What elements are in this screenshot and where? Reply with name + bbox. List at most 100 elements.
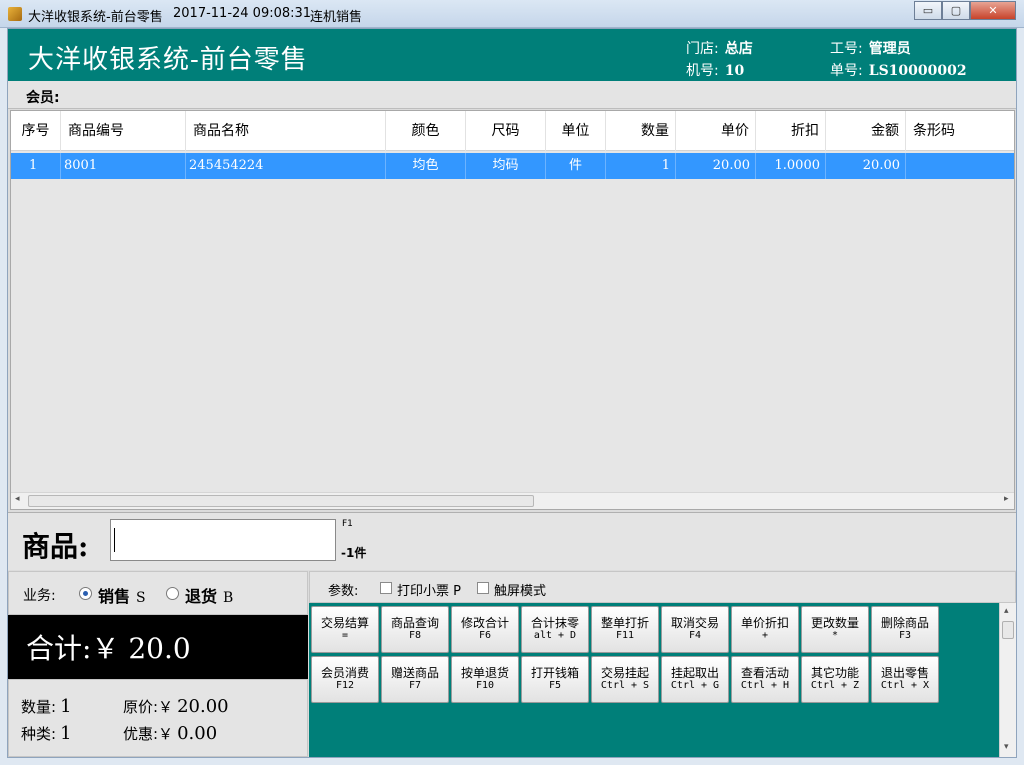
cell-size: 均码 (466, 153, 546, 179)
cell-quantity: 1 (606, 153, 676, 179)
delete-item-key: F3 (898, 630, 912, 641)
col-unit[interactable]: 单位 (546, 111, 606, 151)
member-consume-button[interactable]: 会员消费 F12 (311, 656, 379, 703)
touch-mode-label[interactable]: 触屏模式 (494, 580, 546, 599)
exit-retail-button[interactable]: 退出零售 Ctrl + X (871, 656, 939, 703)
view-promotions-label: 查看活动 (740, 666, 789, 680)
app-title: 大洋收银系统-前台零售 (28, 45, 308, 75)
change-quantity-label: 更改数量 (810, 616, 859, 630)
order-discount-button[interactable]: 整单打折 F11 (591, 606, 659, 653)
text-caret (114, 528, 115, 552)
horizontal-scrollbar[interactable]: ◂ ▸ (11, 492, 1014, 509)
params-label: 参数: (328, 584, 359, 599)
cancel-transaction-button[interactable]: 取消交易 F4 (661, 606, 729, 653)
order-info: 单号: LS10000002 (830, 60, 967, 80)
suspend-transaction-button[interactable]: 交易挂起 Ctrl + S (591, 656, 659, 703)
sale-option[interactable]: 销售 S (98, 583, 146, 607)
scroll-left-icon[interactable]: ◂ (15, 494, 20, 504)
print-receipt-checkbox[interactable] (380, 582, 392, 594)
app-icon (8, 7, 22, 21)
view-promotions-button[interactable]: 查看活动 Ctrl + H (731, 656, 799, 703)
total-amount: 合计:￥ 20.0 (26, 632, 191, 665)
business-type-row: 业务: 销售 S 退货 B (8, 571, 308, 615)
gift-item-key: F7 (408, 680, 422, 691)
member-consume-key: F12 (335, 680, 355, 691)
other-functions-button[interactable]: 其它功能 Ctrl + Z (801, 656, 869, 703)
settle-label: 交易结算 (320, 616, 369, 630)
order-discount-key: F11 (615, 630, 635, 641)
open-cash-drawer-button[interactable]: 打开钱箱 F5 (521, 656, 589, 703)
window-mode: 连机销售 (310, 10, 363, 25)
cancel-transaction-key: F4 (688, 630, 702, 641)
col-seq[interactable]: 序号 (11, 111, 61, 151)
view-promotions-key: Ctrl + H (740, 680, 790, 691)
product-entry-row: 商品: F1 -1件 (8, 512, 1016, 570)
open-cash-drawer-label: 打开钱箱 (530, 666, 579, 680)
discount-stat: 优惠:￥ 0.00 (123, 723, 217, 744)
col-color[interactable]: 颜色 (386, 111, 466, 151)
orig-price-value: 20.00 (177, 696, 229, 717)
window-titlebar[interactable]: 大洋收银系统-前台零售 2017-11-24 09:08:31 连机销售 ▭ ▢… (0, 0, 1024, 28)
round-total-button[interactable]: 合计抹零 alt + D (521, 606, 589, 653)
minimize-button[interactable]: ▭ (914, 1, 942, 20)
scroll-right-icon[interactable]: ▸ (1004, 494, 1009, 504)
exit-retail-label: 退出零售 (880, 666, 929, 680)
return-by-order-button[interactable]: 按单退货 F10 (451, 656, 519, 703)
modify-total-key: F6 (478, 630, 492, 641)
stats-panel: 数量: 1 原价:￥ 20.00 种类: 1 优惠:￥ 0.00 (8, 679, 308, 757)
store-value: 总店 (724, 41, 753, 57)
product-query-key: F8 (408, 630, 422, 641)
touch-mode-checkbox[interactable] (477, 582, 489, 594)
scrollbar-thumb[interactable] (28, 495, 534, 507)
print-receipt-label[interactable]: 打印小票 P (397, 580, 461, 599)
maximize-button[interactable]: ▢ (942, 1, 970, 20)
resume-transaction-label: 挂起取出 (670, 666, 719, 680)
modify-total-button[interactable]: 修改合计 F6 (451, 606, 519, 653)
table-row[interactable]: 1 8001 245454224 均色 均码 件 1 20.00 1.0000 … (11, 153, 1014, 179)
scroll-up-icon[interactable]: ▴ (1004, 606, 1009, 616)
return-by-order-key: F10 (475, 680, 495, 691)
col-amount[interactable]: 金额 (826, 111, 906, 151)
qty-label: 数量: (21, 698, 57, 716)
store-info: 门店: 总店 (686, 38, 753, 58)
close-button[interactable]: ✕ (970, 1, 1016, 20)
change-quantity-button[interactable]: 更改数量 * (801, 606, 869, 653)
return-label: 退货 (185, 587, 218, 606)
cell-amount: 20.00 (826, 153, 906, 179)
col-discount[interactable]: 折扣 (756, 111, 826, 151)
price-discount-label: 单价折扣 (740, 616, 789, 630)
kinds-label: 种类: (21, 725, 57, 743)
gift-item-button[interactable]: 赠送商品 F7 (381, 656, 449, 703)
return-option[interactable]: 退货 B (185, 583, 233, 607)
return-radio[interactable] (166, 587, 179, 600)
col-barcode[interactable]: 条形码 (906, 111, 1014, 151)
other-functions-label: 其它功能 (810, 666, 859, 680)
col-quantity[interactable]: 数量 (606, 111, 676, 151)
orig-price-stat: 原价:￥ 20.00 (123, 696, 229, 717)
vertical-scrollbar[interactable]: ▴ ▾ (999, 603, 1016, 757)
sales-grid[interactable]: 序号 商品编号 商品名称 颜色 尺码 单位 数量 单价 折扣 金额 条形码 1 … (10, 110, 1015, 510)
discount-label: 优惠:￥ (123, 725, 174, 743)
qty-value: 1 (60, 696, 72, 717)
col-unit-price[interactable]: 单价 (676, 111, 756, 151)
delete-item-label: 删除商品 (880, 616, 929, 630)
col-item-name[interactable]: 商品名称 (186, 111, 386, 151)
price-discount-button[interactable]: 单价折扣 + (731, 606, 799, 653)
machine-label: 机号: (686, 63, 719, 79)
change-quantity-key: * (831, 630, 839, 641)
product-input[interactable] (110, 519, 336, 561)
col-size[interactable]: 尺码 (466, 111, 546, 151)
scroll-down-icon[interactable]: ▾ (1004, 742, 1009, 752)
settle-button[interactable]: 交易结算 = (311, 606, 379, 653)
col-item-code[interactable]: 商品编号 (61, 111, 186, 151)
product-query-button[interactable]: 商品查询 F8 (381, 606, 449, 653)
app-header: 大洋收银系统-前台零售 门店: 总店 机号: 10 工号: 管理员 单号: LS1000… (8, 29, 1016, 81)
quantity-hint: -1件 (341, 546, 367, 560)
sale-radio[interactable] (79, 587, 92, 600)
delete-item-button[interactable]: 删除商品 F3 (871, 606, 939, 653)
resume-transaction-button[interactable]: 挂起取出 Ctrl + G (661, 656, 729, 703)
open-cash-drawer-key: F5 (548, 680, 562, 691)
cell-seq: 1 (11, 153, 61, 179)
vertical-scrollbar-thumb[interactable] (1002, 621, 1014, 639)
cell-item-code: 8001 (61, 153, 186, 179)
